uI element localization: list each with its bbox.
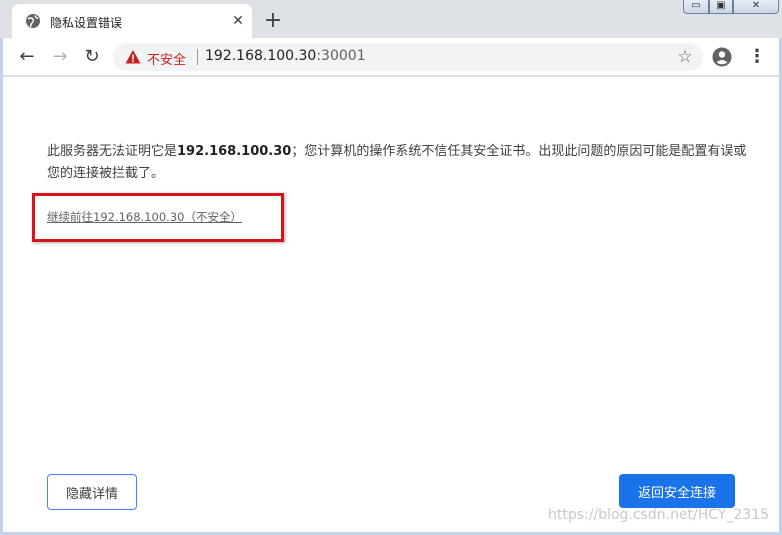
- explanation-prefix: 此服务器无法证明它是: [47, 144, 178, 159]
- tab-title: 隐私设置错误: [50, 16, 123, 30]
- url-host: 192.168.100.30: [205, 48, 317, 64]
- new-tab-button[interactable]: +: [263, 10, 283, 32]
- tab-close-icon[interactable]: ✕: [230, 13, 246, 29]
- reload-icon[interactable]: ↻: [82, 47, 102, 67]
- security-status-label[interactable]: 不安全: [147, 49, 186, 68]
- window-controls: ▭ ▣ ✕: [683, 0, 779, 14]
- interstitial-page: 此服务器无法证明它是192.168.100.30；您计算机的操作系统不信任其安全…: [3, 77, 779, 532]
- close-window-button[interactable]: ✕: [733, 0, 779, 14]
- back-arrow-icon[interactable]: ←: [17, 47, 37, 67]
- proceed-unsafe-link[interactable]: 继续前往192.168.100.30（不安全）: [47, 209, 242, 225]
- hide-details-button[interactable]: 隐藏详情: [47, 474, 137, 510]
- browser-toolbar: ← → ↻ 不安全 192.168.100.30:30001 ☆ ⋮: [3, 38, 779, 76]
- address-separator: [197, 49, 198, 65]
- address-bar[interactable]: 不安全 192.168.100.30:30001 ☆: [113, 43, 703, 71]
- forward-arrow-icon[interactable]: →: [50, 47, 70, 67]
- tab-privacy-error[interactable]: 隐私设置错误 ✕: [12, 4, 252, 38]
- warning-triangle-icon: [125, 50, 141, 64]
- minimize-button[interactable]: ▭: [683, 0, 709, 14]
- bookmark-star-icon[interactable]: ☆: [675, 47, 695, 67]
- back-to-safety-button[interactable]: 返回安全连接: [619, 474, 735, 508]
- globe-icon: [26, 14, 40, 28]
- watermark-text: https://blog.csdn.net/HCY_2315: [548, 507, 769, 523]
- account-icon[interactable]: [712, 47, 732, 67]
- url-text[interactable]: 192.168.100.30:30001: [205, 48, 366, 64]
- more-menu-icon[interactable]: ⋮: [747, 47, 767, 67]
- maximize-button[interactable]: ▣: [709, 0, 733, 14]
- tab-strip: 隐私设置错误 ✕ + ▭ ▣ ✕: [0, 0, 782, 38]
- error-explanation: 此服务器无法证明它是192.168.100.30；您计算机的操作系统不信任其安全…: [47, 141, 747, 185]
- explanation-host: 192.168.100.30: [177, 144, 292, 159]
- url-port: :30001: [316, 48, 366, 64]
